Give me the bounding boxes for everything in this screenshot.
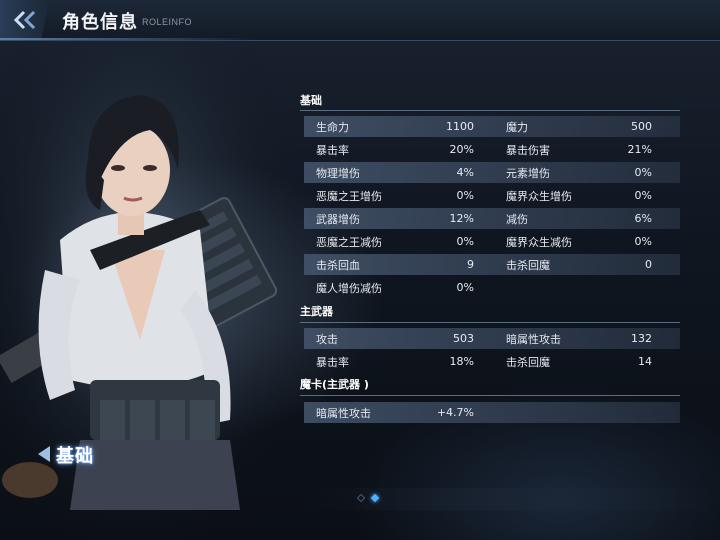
page-indicator — [356, 493, 386, 505]
back-button[interactable] — [0, 0, 50, 40]
stat-value: 503 — [453, 332, 474, 345]
section-divider — [300, 395, 680, 396]
stat-name: 暗属性攻击 — [506, 332, 561, 346]
stat-value: 0% — [456, 281, 474, 294]
section-divider — [300, 322, 680, 323]
stat-value: 132 — [631, 332, 652, 345]
stat-value: 1100 — [446, 120, 474, 133]
stat-row: 击杀回血 9 击杀回魔 0 — [304, 254, 680, 275]
stat-name: 暴击伤害 — [506, 143, 550, 157]
stat-row: 暴击率 20% 暴击伤害 21% — [304, 139, 680, 160]
stat-value: 14 — [638, 355, 652, 368]
stat-value: 0 — [645, 258, 652, 271]
character-tab-label[interactable]: 基础 — [56, 442, 94, 468]
stat-name: 武器增伤 — [316, 212, 360, 226]
stat-name: 元素增伤 — [506, 166, 550, 180]
back-arrow-icon — [13, 10, 36, 30]
page-subtitle: ROLEINFO — [142, 17, 193, 27]
section-divider — [300, 110, 680, 111]
stat-value: 18% — [449, 355, 474, 368]
stat-name: 击杀回血 — [316, 258, 360, 272]
left-arrow-icon[interactable] — [38, 446, 50, 462]
stat-row: 武器增伤 12% 减伤 6% — [304, 208, 680, 229]
stat-name: 恶魔之王减伤 — [316, 235, 382, 249]
stat-row: 恶魔之王减伤 0% 魔界众生减伤 0% — [304, 231, 680, 252]
stat-row: 恶魔之王增伤 0% 魔界众生增伤 0% — [304, 185, 680, 206]
section-title-base: 基础 — [300, 94, 322, 107]
stat-name: 魔力 — [506, 120, 528, 134]
stat-row: 生命力 1100 魔力 500 — [304, 116, 680, 137]
stat-value: 0% — [456, 235, 474, 248]
stat-value: 0% — [634, 235, 652, 248]
stat-name: 暗属性攻击 — [316, 406, 371, 420]
stat-name: 魔界众生减伤 — [506, 235, 572, 249]
stat-name: 恶魔之王增伤 — [316, 189, 382, 203]
stat-name: 击杀回魔 — [506, 258, 550, 272]
stat-value: 9 — [467, 258, 474, 271]
stat-value: 20% — [449, 143, 474, 156]
stat-name: 魔界众生增伤 — [506, 189, 572, 203]
stat-value: 0% — [634, 189, 652, 202]
stat-row: 暴击率 18% 击杀回魔 14 — [304, 351, 680, 372]
page-dot-inactive[interactable] — [356, 493, 366, 503]
stat-row: 物理增伤 4% 元素增伤 0% — [304, 162, 680, 183]
stat-value: 4% — [456, 166, 474, 179]
stat-value: 500 — [631, 120, 652, 133]
stat-row: 攻击 503 暗属性攻击 132 — [304, 328, 680, 349]
character-portrait — [0, 40, 300, 540]
stat-name: 攻击 — [316, 332, 338, 346]
stat-row: 暗属性攻击 +4.7% — [304, 402, 680, 423]
stat-name: 魔人增伤减伤 — [316, 281, 382, 295]
stat-name: 暴击率 — [316, 355, 349, 369]
stat-value: 12% — [449, 212, 474, 225]
stat-value: 0% — [634, 166, 652, 179]
stat-row: 魔人增伤减伤 0% — [304, 277, 680, 298]
stat-value: 6% — [634, 212, 652, 225]
section-title-magic-card: 魔卡(主武器 ) — [300, 378, 369, 391]
stat-name: 物理增伤 — [316, 166, 360, 180]
stat-name: 击杀回魔 — [506, 355, 550, 369]
page-title: 角色信息 — [62, 12, 138, 33]
stat-name: 生命力 — [316, 120, 349, 134]
stat-value: 0% — [456, 189, 474, 202]
page-dot-active[interactable] — [370, 493, 380, 503]
character-illustration — [0, 40, 300, 540]
section-title-main-weapon: 主武器 — [300, 305, 333, 318]
stat-value: 21% — [627, 143, 652, 156]
stat-value: +4.7% — [436, 406, 474, 419]
top-bar: 角色信息 ROLEINFO — [0, 0, 720, 41]
stat-name: 暴击率 — [316, 143, 349, 157]
stat-name: 减伤 — [506, 212, 528, 226]
